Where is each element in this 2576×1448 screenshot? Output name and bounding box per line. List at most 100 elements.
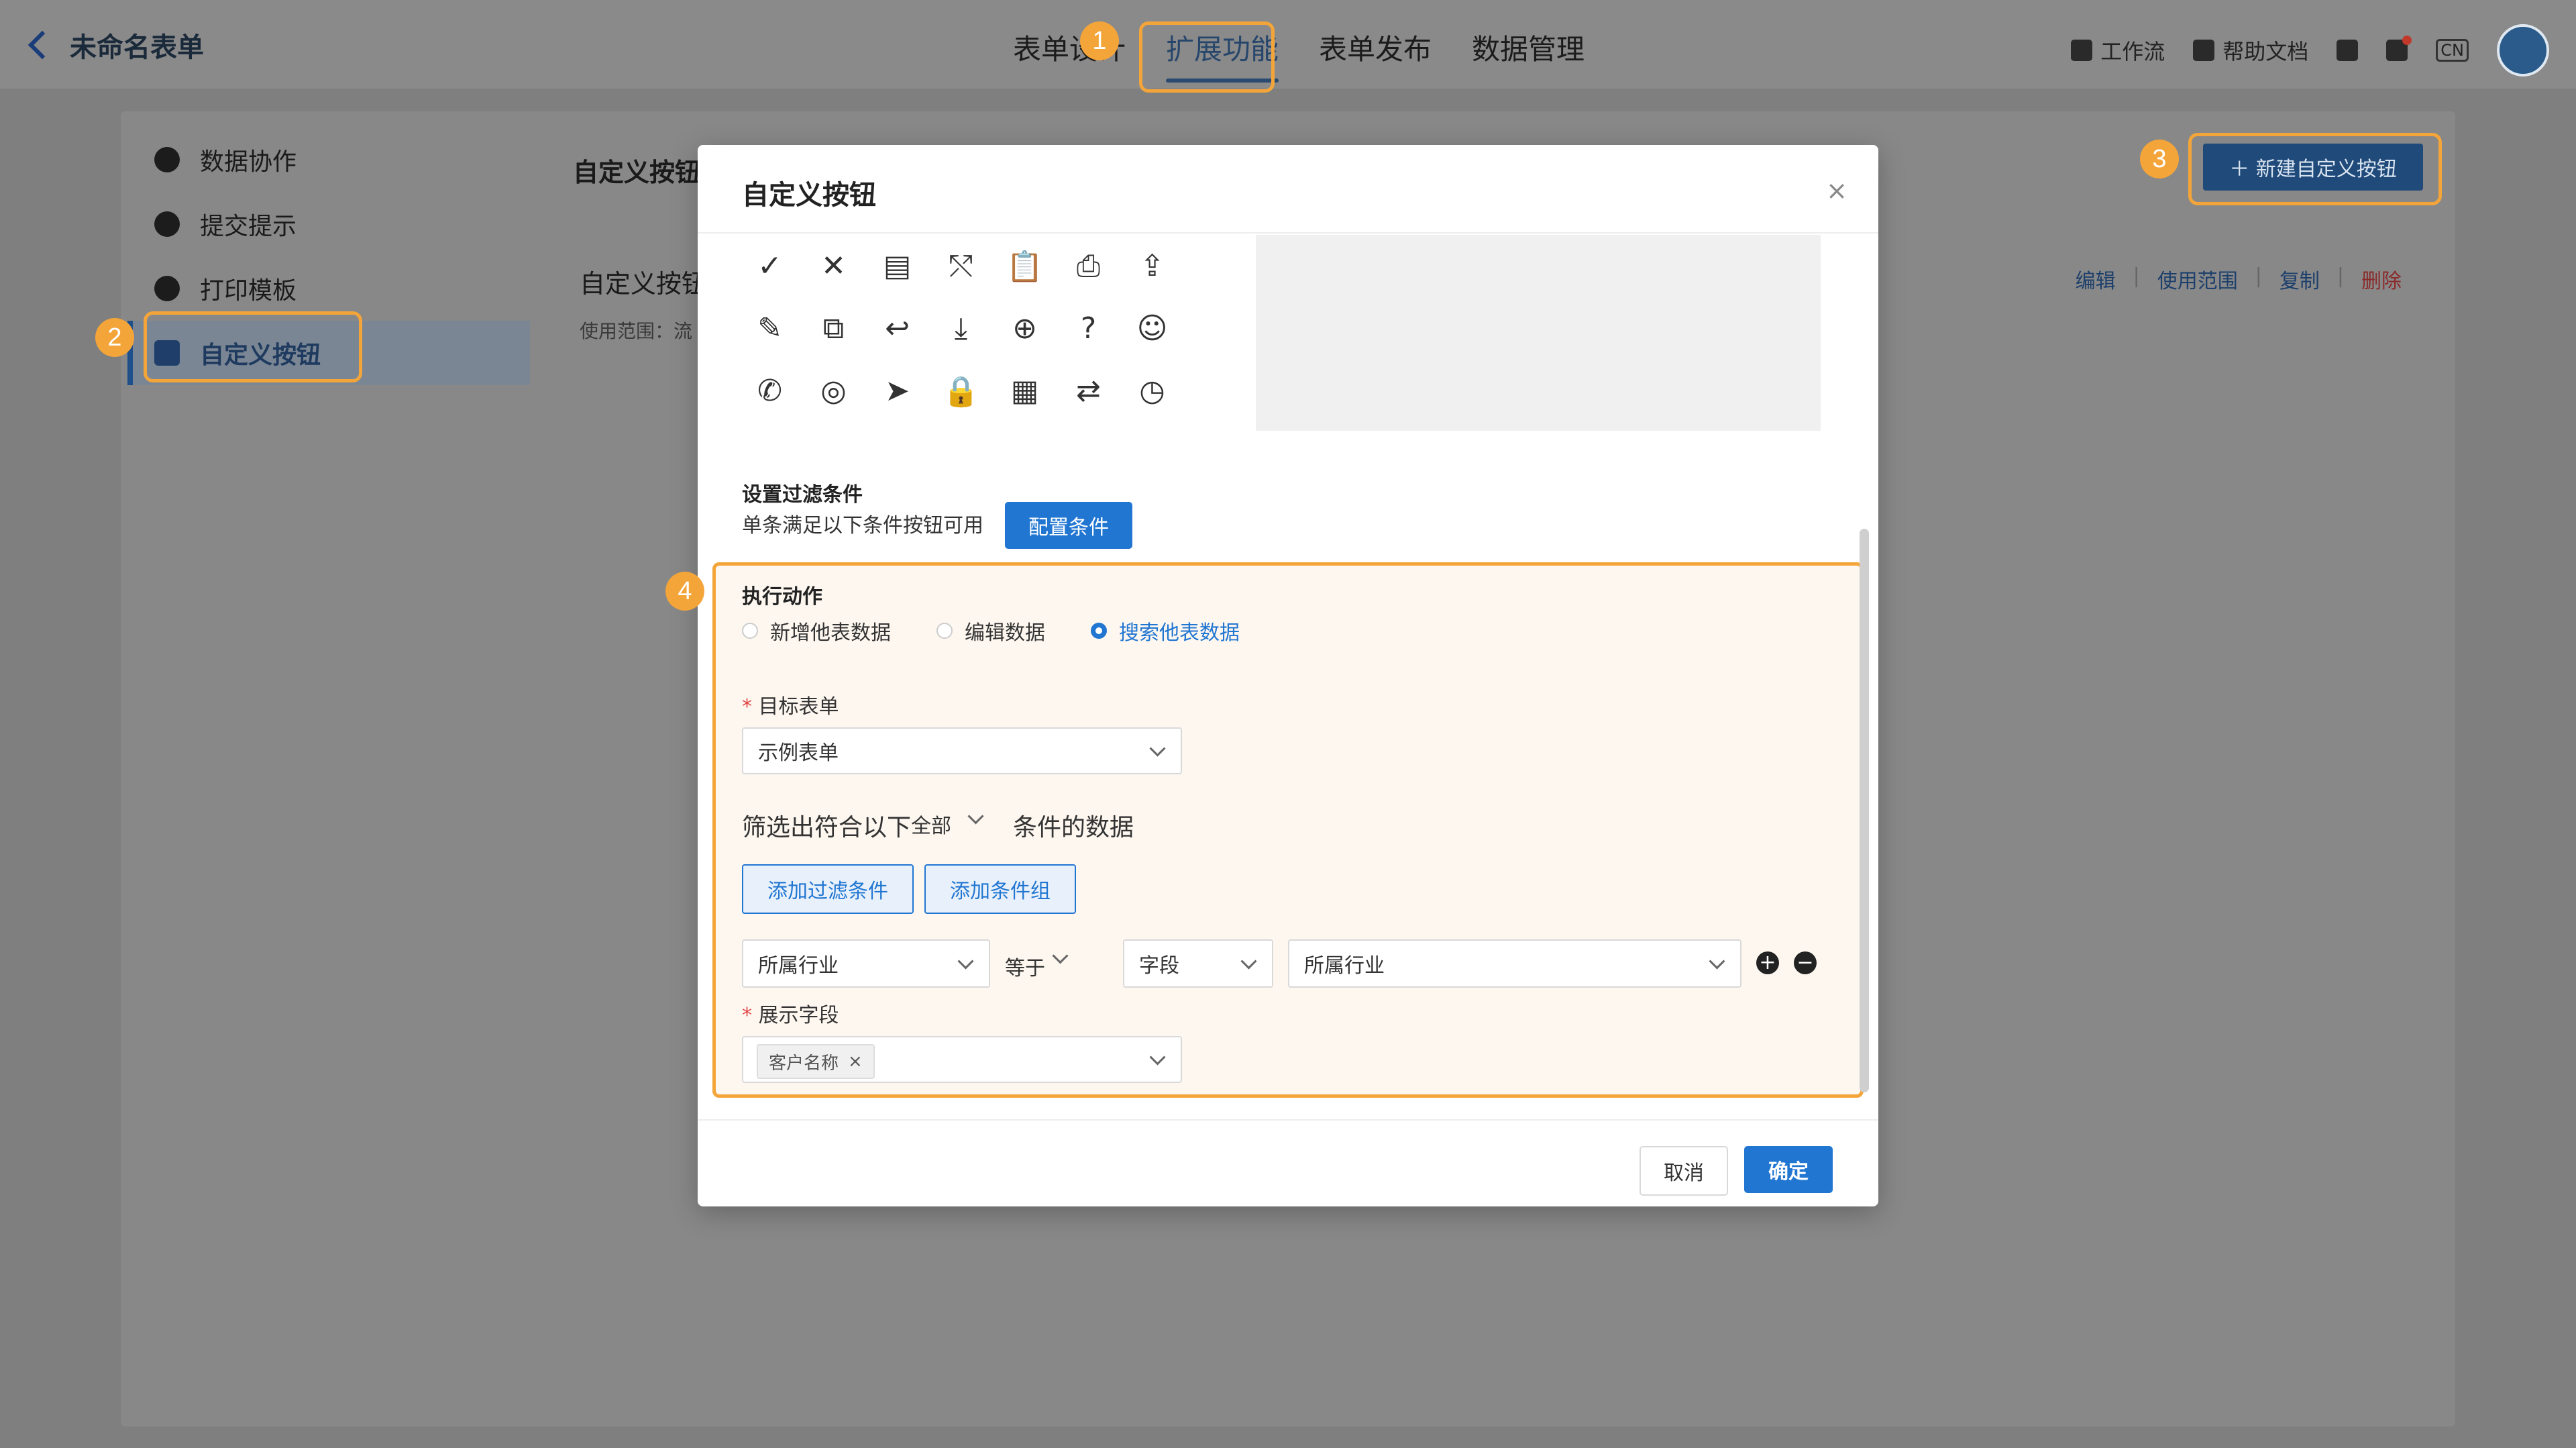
collaboration-icon xyxy=(154,147,180,172)
icon-option-1[interactable]: ✕ xyxy=(802,235,865,297)
condition-type-select[interactable]: 字段 xyxy=(1123,939,1273,988)
highlight-box-2 xyxy=(144,311,362,382)
tag-remove-icon[interactable]: × xyxy=(848,1051,863,1072)
help-docs-button[interactable]: 帮助文档 xyxy=(2193,35,2308,66)
copy-link[interactable]: 复制 xyxy=(2279,264,2320,294)
icon-option-17[interactable]: 🔒 xyxy=(929,360,993,422)
workflow-icon xyxy=(2071,40,2093,61)
highlight-box-1 xyxy=(1139,21,1275,93)
remove-condition-icon[interactable]: − xyxy=(1794,951,1817,974)
radio-add-other-data[interactable]: 新增他表数据 xyxy=(742,616,891,645)
icon-option-2[interactable]: ▤ xyxy=(865,235,929,297)
icon-option-6[interactable]: ⇪ xyxy=(1120,235,1184,297)
step-marker-4: 4 xyxy=(665,572,704,611)
tag-label: 客户名称 xyxy=(769,1053,839,1074)
icon-option-12[interactable]: ? xyxy=(1057,297,1120,360)
add-condition-icon[interactable]: + xyxy=(1756,951,1779,974)
filter-section-title: 设置过滤条件 xyxy=(742,483,863,507)
edit-link[interactable]: 编辑 xyxy=(2076,264,2116,294)
icon-option-19[interactable]: ⇄ xyxy=(1057,360,1120,422)
top-right-toolbar: 工作流 帮助文档 CN xyxy=(2071,24,2549,76)
sidebar-item-label: 数据协作 xyxy=(200,148,297,176)
close-icon[interactable]: × xyxy=(1826,176,1847,205)
confirm-button[interactable]: 确定 xyxy=(1744,1146,1833,1193)
icon-option-8[interactable]: ⧉ xyxy=(802,297,865,360)
condition-type-value: 字段 xyxy=(1139,954,1179,978)
document-icon xyxy=(2193,40,2215,61)
custom-button-dialog: 自定义按钮 × ✓ ✕ ▤ ⤲ 📋 ⎙ ⇪ ✎ ⧉ ↩ ⤓ ⊕? ☺ ✆ ◎ ➤ 🔒 ▦ ⇄ ◷ 设置过滤条件 单条满… xyxy=(698,145,1878,1206)
language-toggle[interactable]: CN xyxy=(2436,39,2469,62)
step-marker-3: 3 xyxy=(2140,140,2179,178)
step-marker-2: 2 xyxy=(95,318,134,357)
icon-option-11[interactable]: ⊕ xyxy=(993,297,1057,360)
chevron-left-icon xyxy=(28,30,57,60)
action-radio-group: 新增他表数据 编辑数据 搜索他表数据 xyxy=(742,616,1240,645)
chevron-down-icon xyxy=(957,953,974,970)
sidebar-item-label: 提交提示 xyxy=(200,213,297,240)
sidebar-item-data-collaboration[interactable]: 数据协作 xyxy=(127,127,530,192)
icon-option-5[interactable]: ⎙ xyxy=(1057,235,1120,297)
delete-link[interactable]: 删除 xyxy=(2361,264,2402,294)
icon-option-10[interactable]: ⤓ xyxy=(929,297,993,360)
configure-condition-button[interactable]: 配置条件 xyxy=(1005,502,1132,549)
dialog-scrollbar[interactable] xyxy=(1860,529,1869,1092)
condition-field-value: 所属行业 xyxy=(758,954,839,978)
target-form-value: 示例表单 xyxy=(758,741,839,765)
help-label: 帮助文档 xyxy=(2222,39,2309,64)
form-title: 未命名表单 xyxy=(70,32,204,63)
icon-option-4[interactable]: 📋 xyxy=(993,235,1057,297)
condition-operator-select[interactable]: 等于 xyxy=(1005,951,1045,981)
check-circle-icon xyxy=(154,211,180,237)
radio-search-other-data[interactable]: 搜索他表数据 xyxy=(1091,616,1240,645)
icon-option-9[interactable]: ↩ xyxy=(865,297,929,360)
button-preview xyxy=(1256,235,1821,431)
back-button[interactable]: 未命名表单 xyxy=(28,25,204,64)
dialog-title: 自定义按钮 xyxy=(742,180,876,211)
workflow-button[interactable]: 工作流 xyxy=(2071,35,2165,66)
icon-option-20[interactable]: ◷ xyxy=(1120,360,1184,422)
workflow-label: 工作流 xyxy=(2100,39,2165,64)
execute-action-title: 执行动作 xyxy=(742,585,822,609)
icon-option-7[interactable]: ✎ xyxy=(738,297,802,360)
tab-form-design[interactable]: 表单设计 xyxy=(993,23,1146,72)
condition-value-text: 所属行业 xyxy=(1304,954,1385,978)
target-form-label: 目标表单 xyxy=(742,690,839,719)
chevron-down-icon xyxy=(1709,953,1725,970)
icon-option-18[interactable]: ▦ xyxy=(993,360,1057,422)
filter-match-prefix: 筛选出符合以下 xyxy=(742,814,912,841)
chevron-down-icon xyxy=(1240,953,1257,970)
icon-picker: ✓ ✕ ▤ ⤲ 📋 ⎙ ⇪ ✎ ⧉ ↩ ⤓ ⊕? ☺ ✆ ◎ ➤ 🔒 ▦ ⇄ ◷ xyxy=(738,235,1184,422)
condition-field-select[interactable]: 所属行业 xyxy=(742,939,990,988)
message-icon[interactable] xyxy=(2386,36,2412,61)
tab-data-management[interactable]: 数据管理 xyxy=(1452,23,1605,72)
button-card-title: 自定义按钮 xyxy=(580,269,708,299)
add-filter-condition-button[interactable]: 添加过滤条件 xyxy=(742,864,914,914)
tab-form-publish[interactable]: 表单发布 xyxy=(1299,23,1452,72)
highlight-box-3 xyxy=(2188,133,2442,205)
icon-option-14[interactable]: ✆ xyxy=(738,360,802,422)
scope-link[interactable]: 使用范围 xyxy=(2157,264,2238,294)
cancel-button[interactable]: 取消 xyxy=(1640,1146,1728,1196)
dialog-footer: 取消 确定 xyxy=(698,1119,1878,1206)
dialog-header: 自定义按钮 × xyxy=(698,145,1878,234)
sidebar-item-submit-tip[interactable]: 提交提示 xyxy=(127,192,530,256)
card-actions: 编辑 | 使用范围 | 复制 | 删除 xyxy=(2075,264,2402,294)
avatar[interactable] xyxy=(2497,24,2549,76)
filter-scope-select[interactable]: 全部 xyxy=(911,809,951,839)
icon-option-3[interactable]: ⤲ xyxy=(929,235,993,297)
filter-match-suffix: 条件的数据 xyxy=(1013,814,1134,841)
section-title: 自定义按钮 xyxy=(573,158,701,187)
icon-option-16[interactable]: ➤ xyxy=(865,360,929,422)
contacts-icon[interactable] xyxy=(2337,40,2359,61)
add-condition-group-button[interactable]: 添加条件组 xyxy=(924,864,1076,914)
icon-option-13[interactable]: ☺ xyxy=(1120,297,1184,360)
condition-value-select[interactable]: 所属行业 xyxy=(1288,939,1741,988)
target-form-select[interactable]: 示例表单 xyxy=(742,727,1182,774)
radio-edit-data[interactable]: 编辑数据 xyxy=(936,616,1045,645)
icon-option-15[interactable]: ◎ xyxy=(802,360,865,422)
step-marker-1: 1 xyxy=(1080,21,1119,60)
icon-option-0[interactable]: ✓ xyxy=(738,235,802,297)
filter-description: 单条满足以下条件按钮可用 xyxy=(742,514,983,537)
display-field-label: 展示字段 xyxy=(742,998,839,1028)
chevron-down-icon xyxy=(1149,740,1166,757)
